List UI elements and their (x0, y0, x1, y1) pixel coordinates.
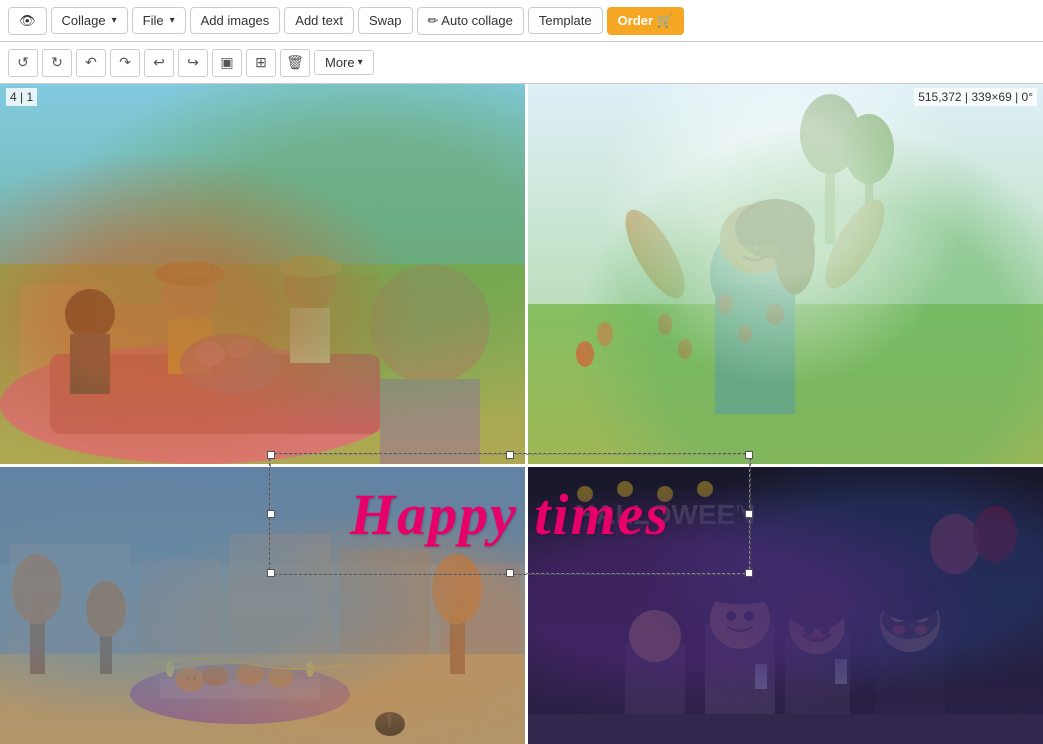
more-label: More (325, 55, 355, 70)
auto-collage-label: ✏ Auto collage (428, 13, 513, 29)
photo-cell-2[interactable] (525, 84, 1043, 464)
photo-1-svg (0, 84, 525, 464)
canvas-area: 4 | 1 515,372 | 339×69 | 0° (0, 84, 1043, 744)
auto-collage-button[interactable]: ✏ Auto collage (417, 7, 524, 35)
rotate-ccw-button[interactable]: ↶ (76, 49, 106, 77)
handle-bottom-left[interactable] (267, 569, 275, 577)
file-button[interactable]: File (132, 7, 186, 34)
redo-button[interactable]: ↪ (178, 49, 208, 77)
undo-button[interactable]: ↩ (144, 49, 174, 77)
grid-line-vertical (525, 84, 528, 744)
handle-top-right[interactable] (745, 451, 753, 459)
delete-icon: 🗑 (286, 54, 304, 71)
add-images-button[interactable]: Add images (190, 7, 281, 34)
more-button[interactable]: More (314, 50, 374, 75)
rotate-cw-icon: ↷ (119, 54, 131, 71)
handle-bottom-middle[interactable] (506, 569, 514, 577)
collage-label: Collage (62, 13, 106, 28)
template-button[interactable]: Template (528, 7, 603, 34)
handle-top-middle[interactable] (506, 451, 514, 459)
swap-button[interactable]: Swap (358, 7, 413, 34)
top-toolbar: 👁 Collage File Add images Add text Swap … (0, 0, 1043, 42)
add-text-button[interactable]: Add text (284, 7, 354, 34)
file-label: File (143, 13, 164, 28)
text-overlay[interactable]: Happy times (270, 454, 750, 574)
handle-bottom-right[interactable] (745, 569, 753, 577)
swap-label: Swap (369, 13, 402, 28)
handle-top-left[interactable] (267, 451, 275, 459)
order-label: Order 🛒 (618, 13, 673, 29)
canvas-info-top-left: 4 | 1 (6, 88, 37, 106)
add-text-label: Add text (295, 13, 343, 28)
photo-cell-1[interactable] (0, 84, 525, 464)
rotate-ccw-icon: ↶ (85, 54, 97, 71)
collage-button[interactable]: Collage (51, 7, 128, 34)
secondary-toolbar: ↺ ↻ ↶ ↷ ↩ ↪ ▣ ⊞ 🗑 More (0, 42, 1043, 84)
order-button[interactable]: Order 🛒 (607, 7, 684, 35)
eye-button[interactable]: 👁 (8, 7, 47, 35)
undo-icon: ↩ (153, 54, 165, 71)
undo-left-button[interactable]: ↺ (8, 49, 38, 77)
rotate-cw-button[interactable]: ↷ (110, 49, 140, 77)
undo-right-button[interactable]: ↻ (42, 49, 72, 77)
handle-middle-right[interactable] (745, 510, 753, 518)
resize-button[interactable]: ⊞ (246, 49, 276, 77)
undo-left-icon: ↺ (17, 54, 29, 71)
happy-times-text: Happy times (350, 481, 670, 548)
handle-middle-left[interactable] (267, 510, 275, 518)
template-label: Template (539, 13, 592, 28)
eye-icon: 👁 (19, 13, 36, 29)
undo-right-icon: ↻ (51, 54, 63, 71)
crop-icon: ▣ (220, 54, 233, 71)
canvas-info-top-right: 515,372 | 339×69 | 0° (914, 88, 1037, 106)
delete-button[interactable]: 🗑 (280, 49, 310, 77)
add-images-label: Add images (201, 13, 270, 28)
crop-button[interactable]: ▣ (212, 49, 242, 77)
photo-2-svg (525, 84, 1043, 464)
redo-icon: ↪ (187, 54, 199, 71)
photo-grid: HALLOWEEN (0, 84, 1043, 744)
resize-icon: ⊞ (255, 54, 267, 71)
